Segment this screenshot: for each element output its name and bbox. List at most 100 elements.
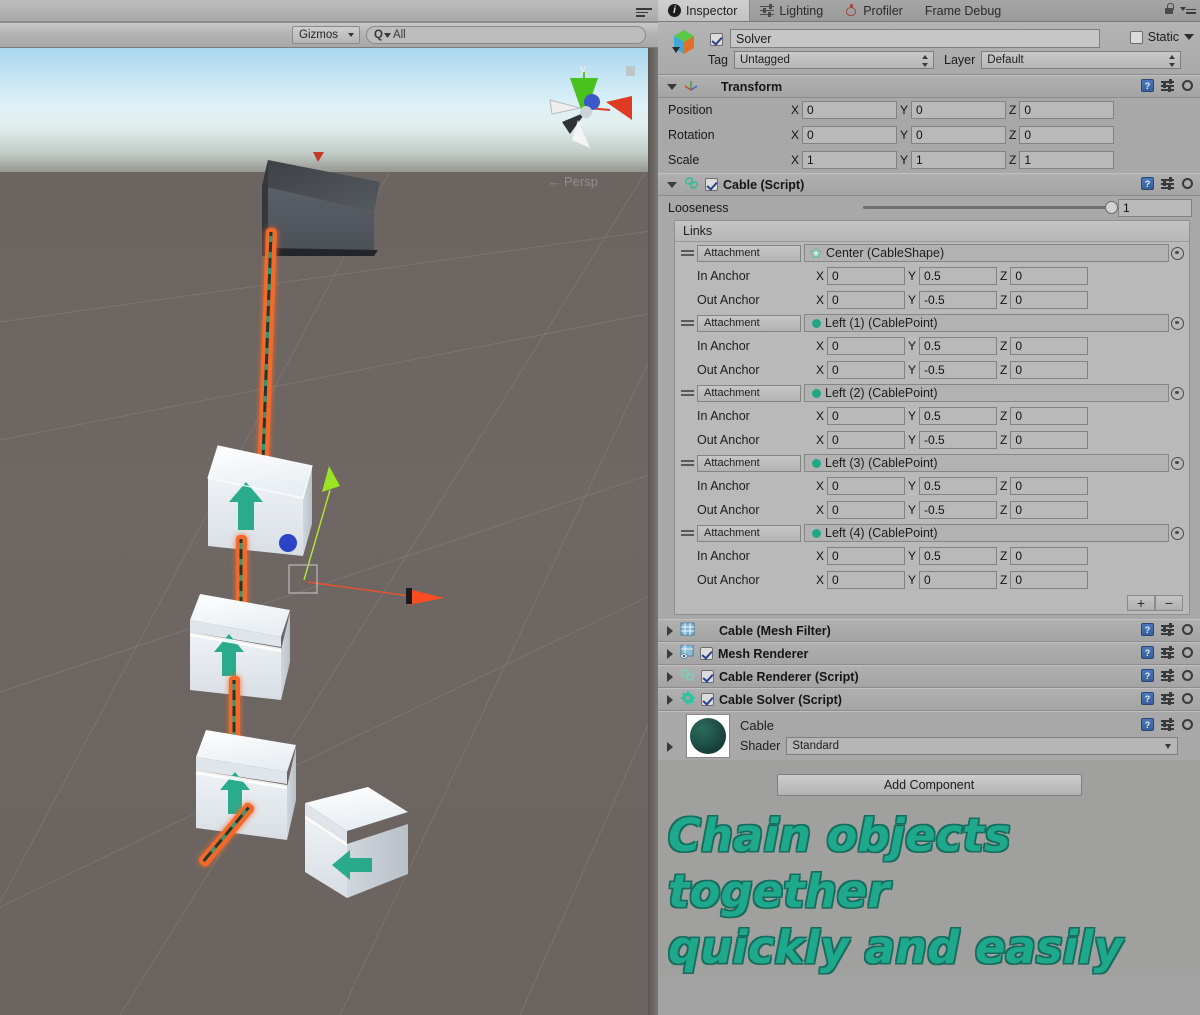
object-picker-icon[interactable] xyxy=(1171,246,1184,260)
in-anchor-y-input[interactable]: 0.5 xyxy=(919,407,998,425)
tab-inspector[interactable]: i Inspector xyxy=(658,0,751,21)
in-anchor-z-input[interactable]: 0 xyxy=(1010,477,1089,495)
scene-vertical-scrollbar[interactable] xyxy=(648,48,658,1015)
gear-icon[interactable] xyxy=(1181,623,1194,636)
out-anchor-x-input[interactable]: 0 xyxy=(827,571,906,589)
link-type-dropdown[interactable]: Attachment xyxy=(697,524,801,542)
in-anchor-z-input[interactable]: 0 xyxy=(1010,267,1089,285)
help-icon[interactable]: ? xyxy=(1141,646,1154,659)
link-row[interactable]: Attachment Center (CableShape) xyxy=(675,242,1189,264)
drag-handle-icon[interactable] xyxy=(681,529,694,537)
static-toggle-group[interactable]: Static xyxy=(1129,30,1194,44)
tab-profiler[interactable]: Profiler xyxy=(835,0,915,21)
link-type-dropdown[interactable]: Attachment xyxy=(697,384,801,402)
mesh-renderer-enabled-checkbox[interactable] xyxy=(700,647,713,660)
gear-icon[interactable] xyxy=(1181,718,1194,731)
foldout-icon[interactable] xyxy=(667,181,677,188)
component-header-mesh-filter[interactable]: Cable (Mesh Filter) ? xyxy=(658,619,1200,642)
help-icon[interactable]: ? xyxy=(1141,718,1154,731)
out-anchor-x-input[interactable]: 0 xyxy=(827,431,906,449)
looseness-slider-knob[interactable] xyxy=(1105,201,1118,214)
cable-renderer-enabled-checkbox[interactable] xyxy=(701,670,714,683)
gear-icon[interactable] xyxy=(1181,669,1194,682)
add-component-button[interactable]: Add Component xyxy=(776,774,1082,796)
foldout-icon[interactable] xyxy=(667,742,673,752)
in-anchor-z-input[interactable]: 0 xyxy=(1010,407,1089,425)
help-icon[interactable]: ? xyxy=(1141,177,1154,190)
position-y-input[interactable]: 0 xyxy=(911,101,1007,119)
drag-handle-icon[interactable] xyxy=(681,459,694,467)
out-anchor-z-input[interactable]: 0 xyxy=(1010,501,1089,519)
foldout-icon[interactable] xyxy=(667,671,673,682)
static-chevron-down-icon[interactable] xyxy=(1184,34,1194,40)
link-row[interactable]: Attachment Left (1) (CablePoint) xyxy=(675,312,1189,334)
out-anchor-z-input[interactable]: 0 xyxy=(1010,571,1089,589)
component-header-transform[interactable]: Transform ? xyxy=(658,75,1200,98)
tag-dropdown[interactable]: Untagged xyxy=(734,51,934,69)
out-anchor-y-input[interactable]: 0 xyxy=(919,571,998,589)
link-target-object-field[interactable]: Left (2) (CablePoint) xyxy=(804,384,1169,402)
remove-link-button[interactable]: − xyxy=(1155,595,1183,611)
in-anchor-z-input[interactable]: 0 xyxy=(1010,547,1089,565)
looseness-slider[interactable] xyxy=(863,201,1118,214)
in-anchor-x-input[interactable]: 0 xyxy=(827,547,906,565)
in-anchor-x-input[interactable]: 0 xyxy=(827,477,906,495)
in-anchor-x-input[interactable]: 0 xyxy=(827,267,906,285)
link-target-object-field[interactable]: Left (1) (CablePoint) xyxy=(804,314,1169,332)
gameobject-enabled-checkbox[interactable] xyxy=(710,32,723,47)
drag-handle-icon[interactable] xyxy=(681,319,694,327)
in-anchor-y-input[interactable]: 0.5 xyxy=(919,477,998,495)
link-type-dropdown[interactable]: Attachment xyxy=(697,454,801,472)
scale-y-input[interactable]: 1 xyxy=(911,151,1007,169)
in-anchor-y-input[interactable]: 0.5 xyxy=(919,337,998,355)
out-anchor-x-input[interactable]: 0 xyxy=(827,291,906,309)
gear-icon[interactable] xyxy=(1181,646,1194,659)
position-x-input[interactable]: 0 xyxy=(802,101,898,119)
drag-handle-icon[interactable] xyxy=(681,389,694,397)
out-anchor-z-input[interactable]: 0 xyxy=(1010,361,1089,379)
drag-handle-icon[interactable] xyxy=(681,249,694,257)
preset-icon[interactable] xyxy=(1161,177,1174,190)
out-anchor-x-input[interactable]: 0 xyxy=(827,501,906,519)
scene-projection-label[interactable]: ← Persp xyxy=(548,174,598,189)
link-target-object-field[interactable]: Left (4) (CablePoint) xyxy=(804,524,1169,542)
gameobject-name-input[interactable]: Solver xyxy=(730,29,1100,48)
foldout-icon[interactable] xyxy=(667,83,677,90)
cable-solver-enabled-checkbox[interactable] xyxy=(701,693,714,706)
lock-icon[interactable] xyxy=(1164,3,1174,15)
component-header-cable-script[interactable]: Cable (Script) ? xyxy=(658,173,1200,196)
link-row[interactable]: Attachment Left (2) (CablePoint) xyxy=(675,382,1189,404)
scene-view-gizmo[interactable]: y xyxy=(540,60,632,165)
out-anchor-x-input[interactable]: 0 xyxy=(827,361,906,379)
link-row[interactable]: Attachment Left (3) (CablePoint) xyxy=(675,452,1189,474)
out-anchor-z-input[interactable]: 0 xyxy=(1010,431,1089,449)
link-target-object-field[interactable]: Left (3) (CablePoint) xyxy=(804,454,1169,472)
preset-icon[interactable] xyxy=(1161,623,1174,636)
out-anchor-y-input[interactable]: -0.5 xyxy=(919,291,998,309)
object-picker-icon[interactable] xyxy=(1171,456,1184,470)
scale-z-input[interactable]: 1 xyxy=(1019,151,1115,169)
out-anchor-y-input[interactable]: -0.5 xyxy=(919,361,998,379)
out-anchor-y-input[interactable]: -0.5 xyxy=(919,431,998,449)
rotation-y-input[interactable]: 0 xyxy=(911,126,1007,144)
out-anchor-y-input[interactable]: -0.5 xyxy=(919,501,998,519)
inspector-menu-icon[interactable] xyxy=(1180,4,1196,14)
in-anchor-y-input[interactable]: 0.5 xyxy=(919,547,998,565)
add-link-button[interactable]: + xyxy=(1127,595,1155,611)
out-anchor-z-input[interactable]: 0 xyxy=(1010,291,1089,309)
preset-icon[interactable] xyxy=(1161,646,1174,659)
in-anchor-x-input[interactable]: 0 xyxy=(827,407,906,425)
preset-icon[interactable] xyxy=(1161,692,1174,705)
link-type-dropdown[interactable]: Attachment xyxy=(697,314,801,332)
object-picker-icon[interactable] xyxy=(1171,526,1184,540)
gear-icon[interactable] xyxy=(1181,79,1194,92)
help-icon[interactable]: ? xyxy=(1141,623,1154,636)
object-picker-icon[interactable] xyxy=(1171,386,1184,400)
object-picker-icon[interactable] xyxy=(1171,316,1184,330)
tab-frame-debug[interactable]: Frame Debug xyxy=(915,0,1013,21)
preset-icon[interactable] xyxy=(1161,718,1174,731)
link-row[interactable]: Attachment Left (4) (CablePoint) xyxy=(675,522,1189,544)
component-header-cable-renderer[interactable]: Cable Renderer (Script) ? xyxy=(658,665,1200,688)
in-anchor-z-input[interactable]: 0 xyxy=(1010,337,1089,355)
looseness-value-input[interactable]: 1 xyxy=(1118,198,1192,217)
